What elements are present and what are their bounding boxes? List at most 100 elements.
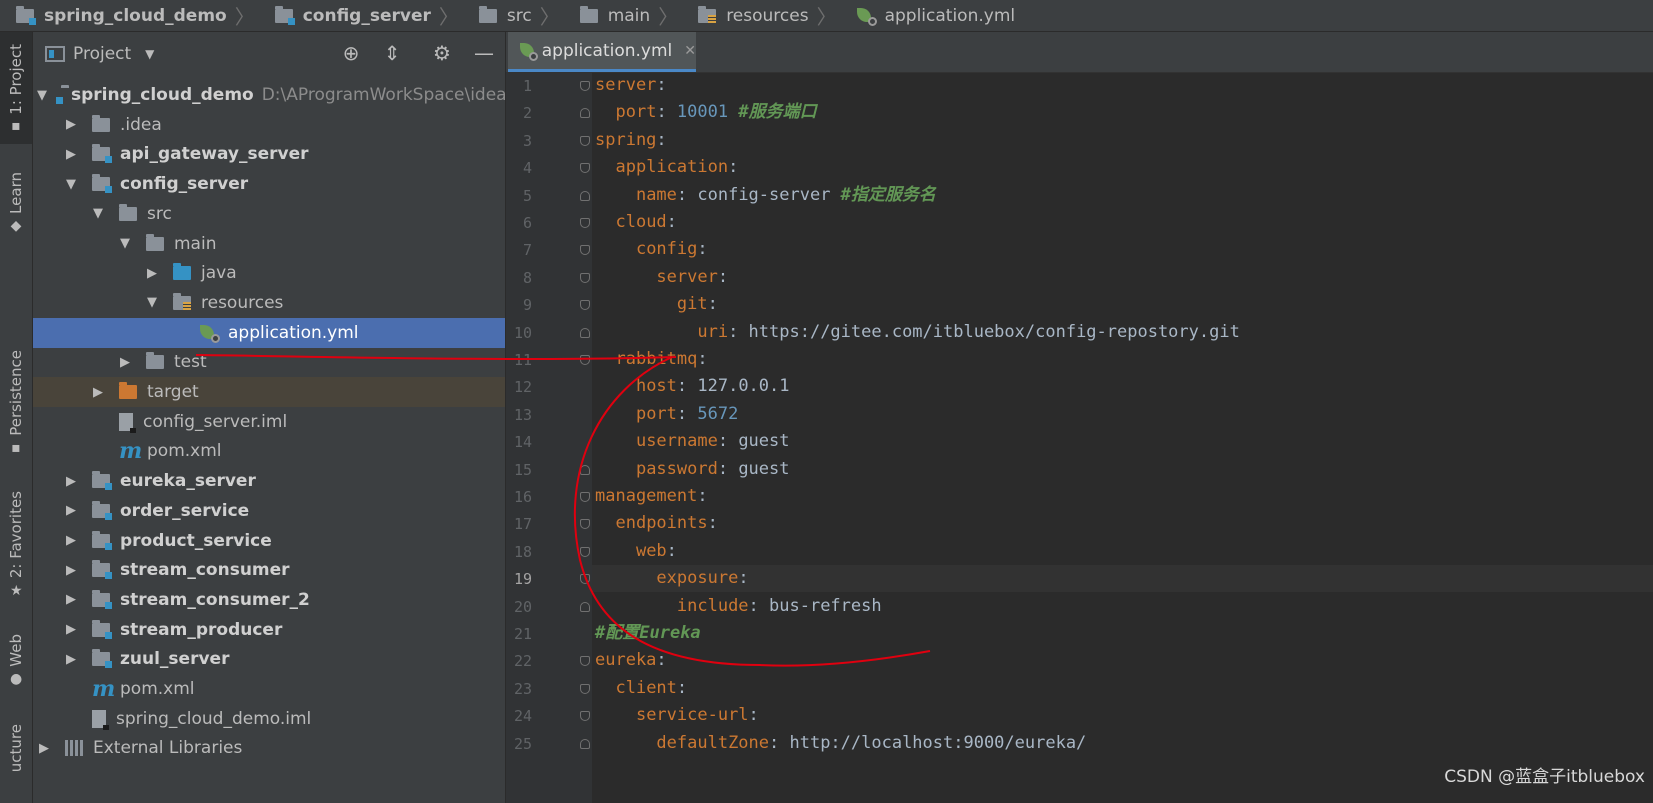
chevron-down-icon[interactable]: ▼ <box>145 47 154 61</box>
tree-item[interactable]: ▶ target <box>33 377 505 407</box>
tree-item[interactable]: ▶ stream_consumer_2 <box>33 585 505 615</box>
code-line[interactable]: cloud: <box>592 209 1653 236</box>
tree-item[interactable]: m pom.xml <box>33 674 505 704</box>
code-line[interactable]: username: guest <box>592 428 1653 455</box>
locate-icon[interactable]: ⊕ <box>340 42 362 64</box>
code-line[interactable]: uri: https://gitee.com/itbluebox/config-… <box>592 319 1653 346</box>
hide-panel-icon[interactable]: — <box>473 42 495 64</box>
breadcrumb-item[interactable]: resources 〉 <box>682 0 840 31</box>
tree-item[interactable]: ▶ External Libraries <box>33 733 505 763</box>
code-line[interactable]: server: <box>592 264 1653 291</box>
breadcrumb-item[interactable]: spring_cloud_demo 〉 <box>0 0 259 31</box>
tree-item[interactable]: ▶ stream_producer <box>33 615 505 645</box>
code-line[interactable]: exposure: <box>592 565 1653 593</box>
chevron-right-icon[interactable]: ▶ <box>64 563 78 578</box>
chevron-right-icon[interactable]: ▶ <box>64 147 78 162</box>
tree-item[interactable]: ▶ product_service <box>33 526 505 556</box>
tree-item[interactable]: ▼ src <box>33 199 505 229</box>
fold-marker-icon[interactable] <box>580 218 590 228</box>
tree-item[interactable]: ▶ order_service <box>33 496 505 526</box>
tree-item[interactable]: ▼ config_server <box>33 169 505 199</box>
chevron-down-icon[interactable]: ▼ <box>64 177 78 192</box>
fold-marker-icon[interactable] <box>580 574 590 585</box>
chevron-right-icon[interactable]: ▶ <box>64 622 78 637</box>
chevron-down-icon[interactable]: ▼ <box>37 88 47 103</box>
tree-item[interactable]: ▶ java <box>33 258 505 288</box>
chevron-right-icon[interactable]: ▶ <box>64 117 78 132</box>
tab-structure[interactable]: ucture <box>0 712 32 772</box>
code-line[interactable]: #配置Eureka <box>592 620 1653 647</box>
tree-item[interactable]: ▼ main <box>33 229 505 259</box>
chevron-right-icon[interactable]: ▶ <box>64 592 78 607</box>
tree-item[interactable]: ▼ resources <box>33 288 505 318</box>
code-line[interactable]: include: bus-refresh <box>592 593 1653 620</box>
fold-marker-icon[interactable] <box>580 464 590 475</box>
tree-item[interactable]: ▶ zuul_server <box>33 644 505 674</box>
project-view-selector[interactable]: Project <box>73 44 131 64</box>
collapse-all-icon[interactable]: ⇕ <box>381 42 403 64</box>
fold-marker-icon[interactable] <box>580 492 590 502</box>
chevron-right-icon[interactable]: ▶ <box>91 385 105 400</box>
tree-item[interactable]: ▶ api_gateway_server <box>33 139 505 169</box>
code-line[interactable]: host: 127.0.0.1 <box>592 373 1653 400</box>
code-line[interactable]: name: config-server #指定服务名 <box>592 182 1653 209</box>
chevron-right-icon[interactable]: ▶ <box>64 474 78 489</box>
chevron-right-icon[interactable]: ▶ <box>37 741 51 756</box>
fold-marker-icon[interactable] <box>580 163 590 174</box>
fold-marker-icon[interactable] <box>580 711 590 722</box>
code-line[interactable]: config: <box>592 236 1653 263</box>
code-line[interactable]: rabbitmq: <box>592 346 1653 373</box>
code-line[interactable]: web: <box>592 538 1653 565</box>
tree-item[interactable]: ▶ test <box>33 347 505 377</box>
close-icon[interactable]: ✕ <box>684 43 696 59</box>
chevron-right-icon[interactable]: ▶ <box>118 355 132 370</box>
tab-favorites[interactable]: 2: Favorites ★ <box>0 484 32 604</box>
chevron-down-icon[interactable]: ▼ <box>118 236 132 251</box>
code-line[interactable]: git: <box>592 291 1653 318</box>
breadcrumb-item[interactable]: main 〉 <box>564 0 682 31</box>
fold-marker-icon[interactable] <box>580 519 590 530</box>
code-line[interactable]: spring: <box>592 127 1653 154</box>
tree-item[interactable]: config_server.iml <box>33 407 505 437</box>
tree-item[interactable]: spring_cloud_demo.iml <box>33 704 505 734</box>
fold-marker-icon[interactable] <box>580 300 590 311</box>
code-line[interactable]: management: <box>592 483 1653 510</box>
breadcrumb-item[interactable]: application.yml <box>841 0 1020 31</box>
chevron-down-icon[interactable]: ▼ <box>145 295 159 310</box>
code-line[interactable]: server: <box>592 72 1653 99</box>
fold-marker-icon[interactable] <box>580 355 590 365</box>
breadcrumb-item[interactable]: src 〉 <box>463 0 564 31</box>
tab-project[interactable]: 1: Project ▪ <box>0 32 32 144</box>
breadcrumb-item[interactable]: config_server 〉 <box>259 0 463 31</box>
code-line[interactable]: endpoints: <box>592 510 1653 537</box>
code-line[interactable]: service-url: <box>592 702 1653 729</box>
fold-marker-icon[interactable] <box>580 81 590 91</box>
fold-marker-icon[interactable] <box>580 656 590 667</box>
tree-item[interactable]: ▶ .idea <box>33 110 505 140</box>
tree-item[interactable]: ▼ spring_cloud_demo D:\AProgramWorkSpace\i… <box>33 80 505 110</box>
code-line[interactable]: port: 5672 <box>592 401 1653 428</box>
code-line[interactable]: port: 10001 #服务端口 <box>592 99 1653 126</box>
code-line[interactable]: client: <box>592 675 1653 702</box>
tab-learn[interactable]: Learn ◆ <box>0 162 32 242</box>
tree-item[interactable]: ▶ eureka_server <box>33 466 505 496</box>
code-line[interactable]: defaultZone: http://localhost:9000/eurek… <box>592 730 1653 757</box>
chevron-right-icon[interactable]: ▶ <box>64 503 78 518</box>
fold-marker-icon[interactable] <box>580 546 590 557</box>
tree-item[interactable]: m pom.xml <box>33 436 505 466</box>
fold-marker-icon[interactable] <box>580 738 590 749</box>
fold-marker-icon[interactable] <box>580 108 590 119</box>
tab-persistence[interactable]: Persistence ▪ <box>0 337 32 467</box>
fold-marker-icon[interactable] <box>580 190 590 201</box>
code-line[interactable]: eureka: <box>592 647 1653 674</box>
tree-item[interactable]: application.yml <box>33 317 505 348</box>
fold-marker-icon[interactable] <box>580 683 590 694</box>
chevron-right-icon[interactable]: ▶ <box>145 266 159 281</box>
fold-marker-icon[interactable] <box>580 601 590 612</box>
gear-icon[interactable]: ⚙ <box>431 42 453 64</box>
fold-marker-icon[interactable] <box>580 135 590 146</box>
fold-marker-icon[interactable] <box>580 327 590 338</box>
chevron-right-icon[interactable]: ▶ <box>64 533 78 548</box>
fold-marker-icon[interactable] <box>580 245 590 256</box>
chevron-right-icon[interactable]: ▶ <box>64 652 78 667</box>
